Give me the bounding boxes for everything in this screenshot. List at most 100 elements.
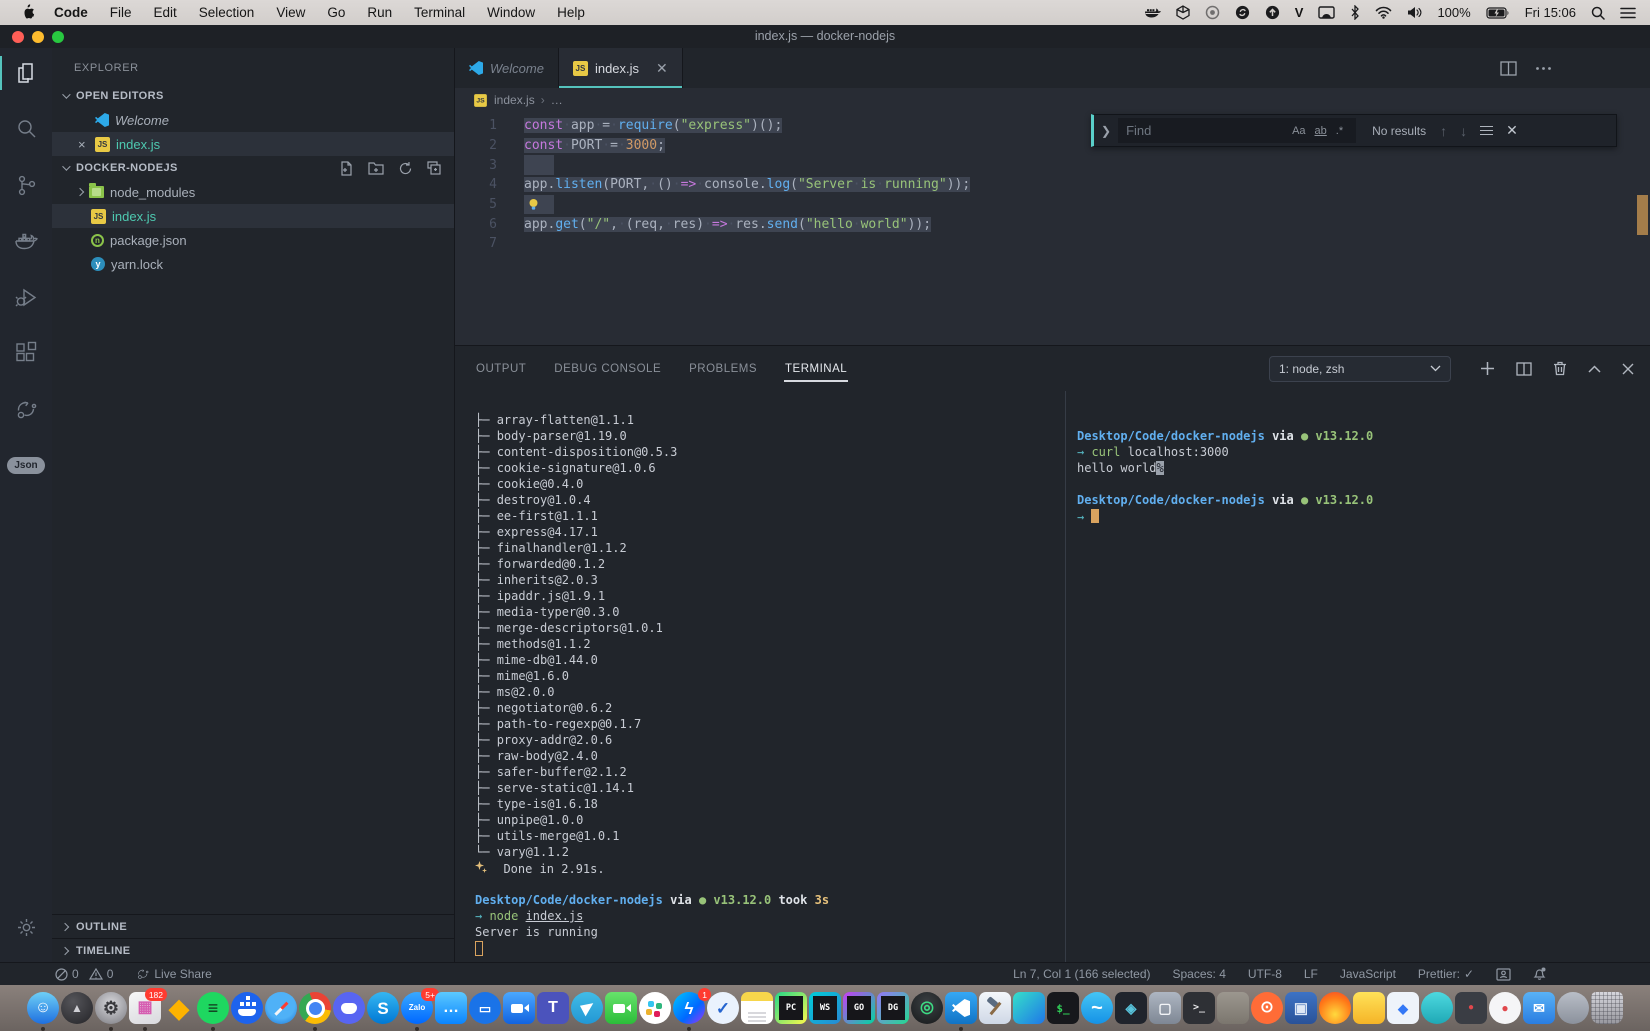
panel-tab-terminal[interactable]: TERMINAL bbox=[784, 358, 849, 382]
language-mode[interactable]: JavaScript bbox=[1340, 967, 1396, 981]
terminal-pane-divider[interactable] bbox=[1065, 391, 1066, 962]
spotlight-icon[interactable] bbox=[1591, 6, 1605, 20]
extensions-icon[interactable] bbox=[0, 328, 52, 378]
find-close-icon[interactable]: ✕ bbox=[1506, 122, 1518, 139]
timeline-section[interactable]: TIMELINE bbox=[52, 938, 454, 962]
dock-icon-facetime[interactable] bbox=[605, 992, 637, 1024]
menu-window[interactable]: Window bbox=[476, 5, 546, 20]
feedback-icon[interactable] bbox=[1496, 967, 1511, 981]
new-folder-icon[interactable] bbox=[368, 161, 384, 175]
breadcrumb[interactable]: JS index.js › … bbox=[455, 88, 1650, 112]
menu-clock[interactable]: Fri 15:06 bbox=[1525, 5, 1576, 20]
close-tab-icon[interactable]: ✕ bbox=[656, 60, 668, 77]
docker-icon[interactable] bbox=[0, 216, 52, 266]
notifications-bell-icon[interactable] bbox=[1533, 967, 1546, 981]
split-editor-icon[interactable] bbox=[1500, 60, 1517, 76]
menu-view[interactable]: View bbox=[265, 5, 316, 20]
settings-gear-icon[interactable] bbox=[0, 902, 52, 952]
upload-circle-icon[interactable] bbox=[1265, 5, 1280, 20]
file-item-package.json[interactable]: n package.json bbox=[52, 228, 454, 252]
live-share-icon[interactable] bbox=[0, 384, 52, 434]
bluetooth-icon[interactable] bbox=[1350, 5, 1360, 20]
find-expand-chevron-icon[interactable]: ❯ bbox=[1094, 124, 1118, 138]
dock-icon-window-app[interactable]: ▢ bbox=[1149, 992, 1181, 1024]
panel-tab-problems[interactable]: PROBLEMS bbox=[688, 358, 758, 380]
json-extension-icon[interactable]: Json bbox=[0, 440, 52, 490]
eol-sequence[interactable]: LF bbox=[1304, 967, 1318, 981]
dock-icon-telegram[interactable] bbox=[571, 992, 603, 1024]
screen-mirroring-icon[interactable] bbox=[1318, 6, 1336, 19]
shazam-icon[interactable] bbox=[1235, 5, 1250, 20]
volume-icon[interactable] bbox=[1407, 6, 1422, 19]
tab-Welcome[interactable]: Welcome bbox=[455, 48, 559, 88]
panel-tab-debug-console[interactable]: DEBUG CONSOLE bbox=[553, 358, 662, 380]
tab-index.js[interactable]: JS index.js ✕ bbox=[558, 48, 683, 88]
dock-icon-docker[interactable] bbox=[231, 992, 263, 1024]
whole-word-icon[interactable]: ab bbox=[1315, 125, 1327, 137]
problems-status[interactable]: 0 0 bbox=[55, 967, 113, 981]
cursor-position[interactable]: Ln 7, Col 1 (166 selected) bbox=[1013, 967, 1150, 981]
match-case-icon[interactable]: Aa bbox=[1292, 125, 1305, 137]
menu-help[interactable]: Help bbox=[546, 5, 596, 20]
file-item-node_modules[interactable]: node_modules bbox=[52, 180, 454, 204]
menu-selection[interactable]: Selection bbox=[188, 5, 266, 20]
maximize-panel-icon[interactable] bbox=[1588, 364, 1601, 373]
dock-icon-ms-todo[interactable]: ✓ bbox=[707, 992, 739, 1024]
file-item-Welcome[interactable]: Welcome bbox=[52, 108, 454, 132]
dock-icon-postman[interactable]: ⊙ bbox=[1251, 992, 1283, 1024]
dock-icon-yellow-app[interactable] bbox=[1353, 992, 1385, 1024]
explorer-icon[interactable] bbox=[0, 48, 52, 98]
formatter-status[interactable]: Prettier: ✓ bbox=[1418, 967, 1474, 981]
dock-icon-dark-app[interactable]: ◈ bbox=[1115, 992, 1147, 1024]
regex-icon[interactable]: .* bbox=[1336, 125, 1343, 137]
dock-icon-white-red-app[interactable]: ● bbox=[1489, 992, 1521, 1024]
find-in-selection-icon[interactable] bbox=[1480, 123, 1494, 138]
dock-icon-xcode[interactable] bbox=[979, 992, 1011, 1024]
dock-icon-android-studio[interactable]: ◎ bbox=[911, 992, 943, 1024]
panel-tab-output[interactable]: OUTPUT bbox=[475, 358, 527, 380]
menu-run[interactable]: Run bbox=[356, 5, 403, 20]
dock-icon-datagrip[interactable]: DG bbox=[877, 992, 909, 1024]
dock-icon-terminal[interactable]: $_ bbox=[1047, 992, 1079, 1024]
file-item-index.js[interactable]: × JS index.js bbox=[52, 132, 454, 156]
close-file-icon[interactable]: × bbox=[78, 137, 95, 152]
find-prev-icon[interactable]: ↑ bbox=[1440, 123, 1447, 139]
terminal-right-pane[interactable]: Desktop/Code/docker-nodejs via ● v13.12.… bbox=[1077, 391, 1650, 962]
dock-icon-docs-app[interactable]: ◆ bbox=[1387, 992, 1419, 1024]
code-editor[interactable]: 1 const·app·=·require("express")(); 2 const… bbox=[455, 112, 1650, 345]
source-control-icon[interactable] bbox=[0, 160, 52, 210]
indentation[interactable]: Spaces: 4 bbox=[1173, 967, 1226, 981]
kill-terminal-icon[interactable] bbox=[1553, 361, 1567, 376]
dock-icon-dim-app[interactable]: ● bbox=[1455, 992, 1487, 1024]
box-icon[interactable] bbox=[1176, 5, 1190, 20]
refresh-icon[interactable] bbox=[398, 161, 413, 176]
dock-icon-messenger[interactable]: ϟ1 bbox=[673, 988, 711, 1031]
dock-icon-teal-app[interactable] bbox=[1421, 992, 1453, 1024]
dock-icon-sketch[interactable]: ◆ bbox=[163, 992, 195, 1024]
dock-icon-goland[interactable]: GO bbox=[843, 992, 875, 1024]
radar-circle-icon[interactable] bbox=[1205, 5, 1220, 20]
encoding[interactable]: UTF-8 bbox=[1248, 967, 1282, 981]
close-panel-icon[interactable] bbox=[1622, 363, 1634, 375]
menu-list-icon[interactable] bbox=[1620, 7, 1636, 19]
dock-icon-trash[interactable] bbox=[1591, 992, 1623, 1024]
dock-icon-discord[interactable] bbox=[333, 992, 365, 1024]
search-icon[interactable] bbox=[0, 104, 52, 154]
menu-app-name[interactable]: Code bbox=[43, 5, 99, 20]
wifi-icon[interactable] bbox=[1375, 6, 1392, 19]
dock-icon-google-messages[interactable]: ▭ bbox=[469, 992, 501, 1024]
dock-icon-gradient-app[interactable] bbox=[1013, 992, 1045, 1024]
dock-icon-vscode[interactable] bbox=[945, 992, 977, 1031]
find-next-icon[interactable]: ↓ bbox=[1460, 123, 1467, 139]
open-editors-header[interactable]: OPEN EDITORS bbox=[52, 84, 454, 108]
new-terminal-icon[interactable] bbox=[1480, 361, 1495, 376]
run-debug-icon[interactable] bbox=[0, 272, 52, 322]
terminal-picker[interactable]: 1: node, zsh bbox=[1269, 355, 1451, 382]
dock-icon-flame-app[interactable] bbox=[1319, 992, 1351, 1024]
dock-icon-pycharm[interactable]: PC bbox=[775, 992, 807, 1024]
menu-edit[interactable]: Edit bbox=[143, 5, 188, 20]
split-terminal-icon[interactable] bbox=[1516, 361, 1532, 376]
dock-icon-spotify[interactable]: ≡ bbox=[197, 992, 229, 1031]
dock-icon-gray-app[interactable] bbox=[1217, 992, 1249, 1024]
dock-icon-console-app[interactable]: >_ bbox=[1183, 992, 1215, 1024]
